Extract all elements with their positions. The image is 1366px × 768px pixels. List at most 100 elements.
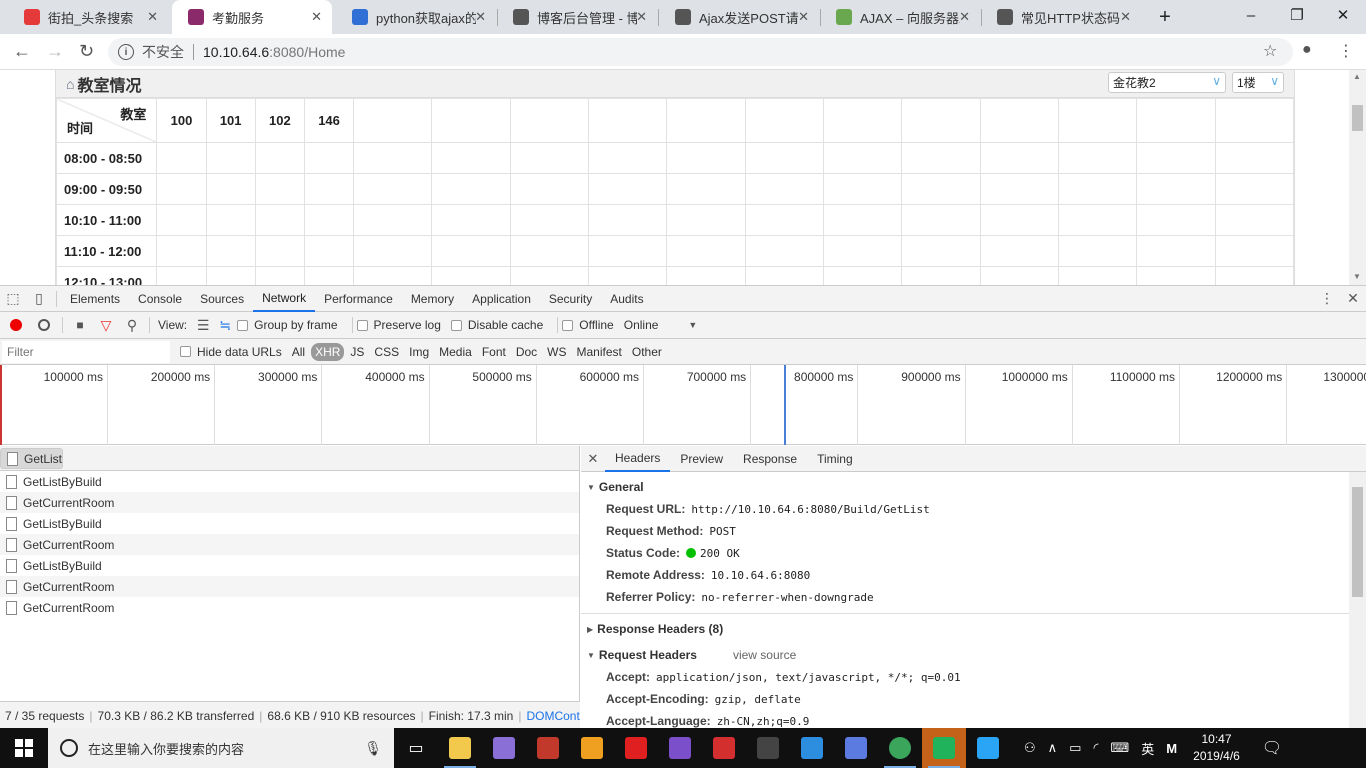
request-row[interactable]: GetList [0,448,64,469]
taskbar-app[interactable] [658,728,702,768]
scroll-down-icon[interactable]: ▼ [1353,272,1361,281]
schedule-cell[interactable] [431,142,511,174]
browser-tab[interactable]: python获取ajax的 ✕ [336,0,496,34]
restore-button[interactable]: ❐ [1274,0,1320,30]
filter-type-js[interactable]: JS [346,343,368,361]
view-source-link[interactable]: view source [733,648,796,662]
record-icon[interactable] [10,319,22,331]
taskbar-app[interactable] [702,728,746,768]
schedule-cell[interactable] [979,266,1059,285]
request-row[interactable]: GetListByBuild [0,555,579,576]
schedule-cell[interactable] [509,142,590,174]
response-headers-toggle[interactable]: ▶ Response Headers (8) [581,618,1366,640]
schedule-cell[interactable] [509,266,590,285]
general-section-toggle[interactable]: ▼ General [581,476,1366,498]
waterfall-overview-icon[interactable]: ≒ [213,312,237,338]
address-bar[interactable]: i 不安全 10.10.64.6 :8080/Home [108,38,1293,66]
schedule-cell[interactable] [744,266,825,285]
name-column-header[interactable]: Name [0,446,579,471]
filter-type-manifest[interactable]: Manifest [573,343,626,361]
schedule-cell[interactable] [1214,204,1295,236]
schedule-cell[interactable] [509,173,590,205]
back-icon[interactable]: ← [13,41,31,62]
notification-center-icon[interactable]: 🗨 [1262,738,1282,758]
details-scrollbar[interactable] [1349,472,1366,729]
schedule-cell[interactable] [156,266,207,285]
schedule-cell[interactable] [823,235,903,267]
schedule-cell[interactable] [353,173,433,205]
taskbar-app[interactable] [922,728,966,768]
taskbar-app[interactable] [570,728,614,768]
taskbar-search-box[interactable]: 在这里输入你要搜索的内容 🎙 [48,728,394,768]
taskbar-app[interactable] [526,728,570,768]
schedule-cell[interactable] [1057,173,1138,205]
schedule-cell[interactable] [254,235,305,267]
request-row[interactable]: GetCurrentRoom [0,576,579,597]
schedule-cell[interactable] [1136,173,1216,205]
schedule-cell[interactable] [1057,266,1138,285]
close-tab-icon[interactable]: ✕ [959,9,970,25]
devtools-menu-icon[interactable]: ⋮ [1314,286,1340,312]
details-tab-response[interactable]: Response [733,446,807,472]
close-tab-icon[interactable]: ✕ [475,9,486,25]
filter-type-font[interactable]: Font [478,343,510,361]
browser-tab[interactable]: AJAX – 向服务器发✕ [820,0,980,34]
schedule-cell[interactable] [509,204,590,236]
schedule-cell[interactable] [431,235,511,267]
request-row[interactable]: GetListByBuild [0,471,579,492]
schedule-cell[interactable] [1136,235,1216,267]
taskbar-app[interactable] [790,728,834,768]
devtools-tab-performance[interactable]: Performance [315,286,402,312]
preserve-log-checkbox[interactable]: Preserve log [356,318,441,332]
schedule-cell[interactable] [353,266,433,285]
close-devtools-icon[interactable]: ✕ [1340,286,1366,312]
schedule-cell[interactable] [156,204,207,236]
info-icon[interactable]: i [118,44,134,60]
checkbox[interactable] [180,346,191,357]
filter-type-ws[interactable]: WS [543,343,570,361]
close-window-button[interactable]: ✕ [1320,0,1366,30]
schedule-cell[interactable] [744,204,825,236]
request-headers-toggle[interactable]: ▼ Request Headers view source [581,644,1366,666]
browser-tab[interactable]: 博客后台管理 - 博 ✕ [497,0,657,34]
request-row[interactable]: GetListByBuild [0,513,579,534]
checkbox[interactable] [562,319,574,331]
schedule-cell[interactable] [509,235,590,267]
schedule-cell[interactable] [1214,266,1295,285]
filter-type-xhr[interactable]: XHR [311,342,345,361]
schedule-cell[interactable] [1136,204,1216,236]
schedule-cell[interactable] [431,204,511,236]
filter-type-img[interactable]: Img [405,343,433,361]
schedule-cell[interactable] [431,266,511,285]
details-tab-timing[interactable]: Timing [807,446,863,472]
ime-indicator[interactable]: 英 [1141,739,1154,758]
schedule-cell[interactable] [1057,142,1138,174]
reload-icon[interactable]: ↻ [79,41,94,62]
request-row[interactable]: GetCurrentRoom [0,492,579,513]
schedule-cell[interactable] [254,204,305,236]
schedule-cell[interactable] [1214,142,1295,174]
schedule-cell[interactable] [744,173,825,205]
schedule-cell[interactable] [1057,204,1138,236]
schedule-cell[interactable] [979,142,1059,174]
throttling-select[interactable]: Online [624,318,659,332]
schedule-cell[interactable] [205,142,256,174]
clock[interactable]: 10:47 2019/4/6 [1193,731,1240,765]
schedule-cell[interactable] [979,235,1059,267]
taskbar-app[interactable] [482,728,526,768]
schedule-cell[interactable] [303,173,355,205]
schedule-cell[interactable] [744,235,825,267]
checkbox[interactable] [237,319,249,331]
schedule-cell[interactable] [823,142,903,174]
schedule-cell[interactable] [1214,235,1295,267]
clear-icon[interactable] [38,319,50,331]
battery-icon[interactable]: ▭ [1069,740,1081,756]
close-tab-icon[interactable]: ✕ [636,9,647,25]
close-tab-icon[interactable]: ✕ [147,9,158,25]
schedule-cell[interactable] [353,142,433,174]
schedule-cell[interactable] [901,142,981,174]
close-tab-icon[interactable]: ✕ [798,9,809,25]
details-tab-preview[interactable]: Preview [670,446,733,472]
schedule-cell[interactable] [901,173,981,205]
device-toolbar-icon[interactable]: ▯ [26,286,52,312]
